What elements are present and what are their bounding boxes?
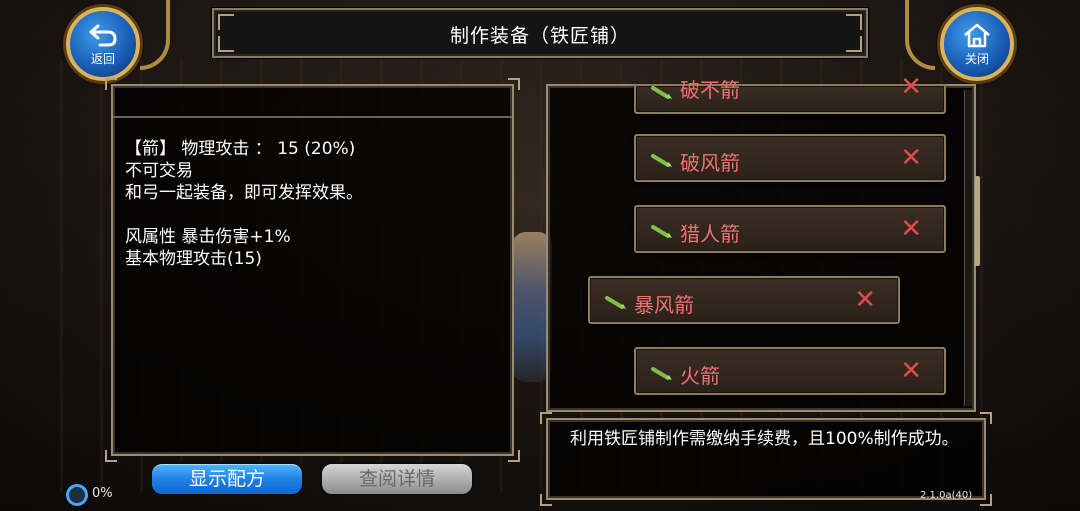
item-detail-panel: 【箭】 物理攻击 ： 15 (20%) 不可交易 和弓一起装备，即可发挥效果。 … xyxy=(105,78,520,462)
detail-line: 风属性 暴击伤害+1% xyxy=(125,227,291,247)
back-arrow-icon xyxy=(89,24,117,46)
arrow-icon xyxy=(651,154,672,167)
list-item-selected[interactable]: 暴风箭 ✕ xyxy=(588,276,900,324)
detail-line: 和弓一起装备，即可发挥效果。 xyxy=(125,183,363,203)
list-item[interactable]: 猎人箭 ✕ xyxy=(634,205,946,253)
list-item[interactable]: 破不箭 ✕ xyxy=(634,74,946,114)
x-icon: ✕ xyxy=(854,285,876,315)
arrow-icon xyxy=(651,86,672,99)
arrow-icon xyxy=(651,367,672,380)
list-item-label: 暴风箭 xyxy=(634,293,694,317)
detail-line: 不可交易 xyxy=(125,161,193,181)
title-bar: 制作装备（铁匠铺） xyxy=(212,8,868,58)
show-recipe-button[interactable]: 显示配方 xyxy=(150,462,304,496)
loading-percent: 0% xyxy=(92,486,113,501)
list-item[interactable]: 破风箭 ✕ xyxy=(634,134,946,182)
panel-divider xyxy=(113,116,512,118)
arrow-icon xyxy=(651,225,672,238)
loading-icon xyxy=(66,484,88,506)
close-button[interactable]: 关闭 xyxy=(940,7,1014,81)
detail-line xyxy=(125,204,363,226)
scrollbar-track[interactable] xyxy=(964,90,972,406)
x-icon: ✕ xyxy=(900,72,922,102)
fee-notice: 利用铁匠铺制作需缴纳手续费，且100%制作成功。 xyxy=(570,429,959,449)
home-icon xyxy=(964,23,990,47)
list-item-label: 火箭 xyxy=(680,364,720,388)
list-item-label: 猎人箭 xyxy=(680,222,740,246)
scrollbar-thumb[interactable] xyxy=(975,176,980,266)
back-button[interactable]: 返回 xyxy=(66,7,140,81)
view-details-button[interactable]: 查阅详情 xyxy=(320,462,474,496)
item-description: 【箭】 物理攻击 ： 15 (20%) 不可交易 和弓一起装备，即可发挥效果。 … xyxy=(125,138,363,270)
info-panel: 利用铁匠铺制作需缴纳手续费，且100%制作成功。 xyxy=(540,412,992,506)
x-icon: ✕ xyxy=(900,143,922,173)
arrow-icon xyxy=(605,296,626,309)
x-icon: ✕ xyxy=(900,356,922,386)
close-label: 关闭 xyxy=(964,51,989,66)
detail-line: 基本物理攻击(15) xyxy=(125,249,262,269)
list-item[interactable]: 火箭 ✕ xyxy=(634,347,946,395)
back-label: 返回 xyxy=(90,51,115,66)
list-item-label: 破不箭 xyxy=(680,78,740,102)
page-title: 制作装备（铁匠铺） xyxy=(449,25,630,47)
x-icon: ✕ xyxy=(900,214,922,244)
detail-line: 【箭】 物理攻击 ： 15 (20%) xyxy=(125,139,356,159)
version-label: 2.1.0a(40) xyxy=(920,490,973,501)
list-item-label: 破风箭 xyxy=(680,151,740,175)
